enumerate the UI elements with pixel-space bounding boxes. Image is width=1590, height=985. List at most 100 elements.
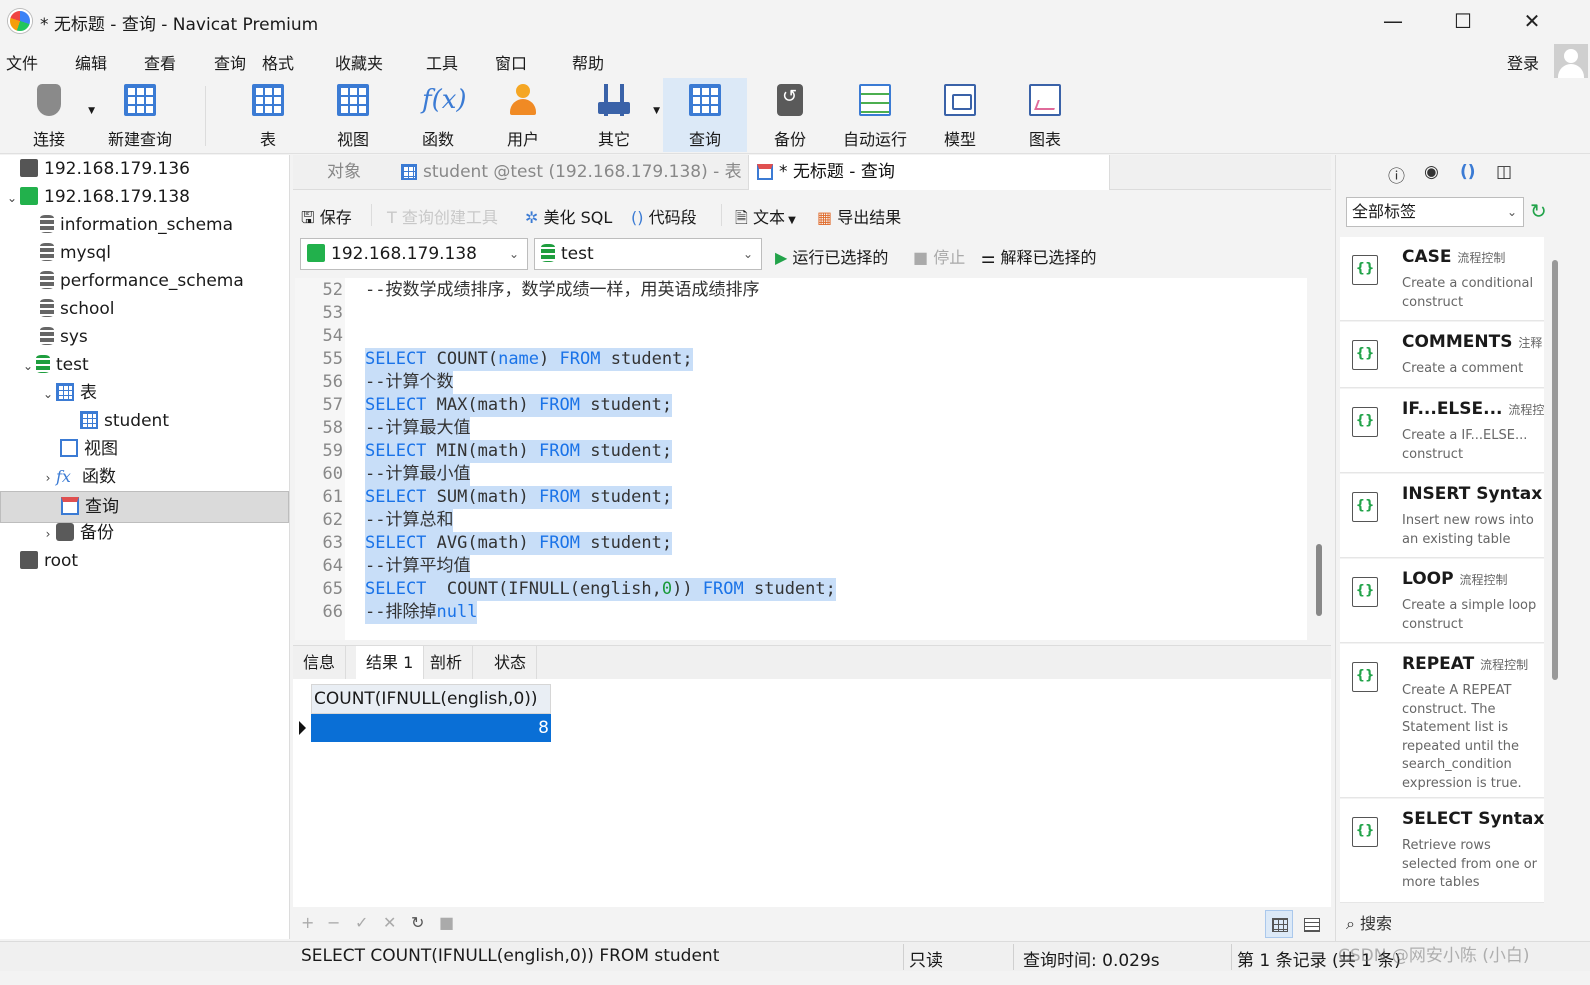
snippet-item[interactable]: {} SELECT Syntax D Retrieve rows selecte… bbox=[1340, 799, 1544, 903]
other-button[interactable]: 其它 ▼ bbox=[572, 78, 660, 152]
refresh-icon[interactable]: ↻ bbox=[411, 913, 424, 932]
grid-view-icon[interactable] bbox=[1265, 910, 1293, 938]
user-button[interactable]: 用户 bbox=[481, 78, 565, 152]
snippet-desc: Retrieve rows selected from one or more … bbox=[1402, 838, 1538, 890]
sql-text: ) bbox=[539, 349, 560, 369]
tab-student-table[interactable]: student @test (192.168.179.138) - 表 bbox=[393, 155, 750, 190]
menu-view[interactable]: 查看 bbox=[144, 50, 176, 74]
tab-profile[interactable]: 剖析 bbox=[420, 646, 474, 679]
menu-query[interactable]: 查询 bbox=[214, 50, 246, 74]
query-toolbar: 🖫 保存 T 查询创建工具 ✲ 美化 SQL () 代码段 🗎 文本 ▼ ▦ 导… bbox=[293, 196, 1331, 232]
tree-views[interactable]: 视图 bbox=[44, 435, 118, 463]
menu-format[interactable]: 格式 bbox=[262, 50, 294, 74]
snippet-item[interactable]: {} COMMENTS 注释 Create a comment bbox=[1340, 322, 1544, 388]
table-button[interactable]: 表 bbox=[226, 78, 310, 152]
snippet-item[interactable]: {} IF...ELSE... 流程控制 Create a IF...ELSE.… bbox=[1340, 389, 1544, 473]
apply-icon[interactable]: ✓ bbox=[355, 913, 368, 932]
sql-keyword: FROM bbox=[702, 579, 744, 599]
function-button[interactable]: f(x) 函数 bbox=[396, 78, 480, 152]
tab-status[interactable]: 状态 bbox=[484, 646, 538, 679]
chevron-down-icon[interactable]: ⌄ bbox=[20, 352, 36, 380]
menu-favorites[interactable]: 收藏夹 bbox=[335, 50, 383, 74]
login-link[interactable]: 登录 bbox=[1507, 50, 1539, 74]
form-view-icon[interactable] bbox=[1297, 910, 1325, 938]
export-result-button[interactable]: ▦ 导出结果 bbox=[817, 204, 901, 228]
run-selected-button[interactable]: ▶ 运行已选择的 bbox=[775, 244, 888, 268]
auto-run-button[interactable]: 自动运行 bbox=[833, 78, 917, 152]
chevron-down-icon[interactable]: ▼ bbox=[653, 106, 660, 116]
menu-file[interactable]: 文件 bbox=[6, 50, 38, 74]
refresh-icon[interactable]: ↻ bbox=[1530, 199, 1547, 223]
tree-db-school[interactable]: school bbox=[24, 295, 115, 323]
query-builder-button[interactable]: T 查询创建工具 bbox=[387, 204, 498, 228]
model-button[interactable]: 模型 bbox=[918, 78, 1002, 152]
tab-info[interactable]: 信息 bbox=[293, 646, 347, 679]
tree-db-test[interactable]: ⌄ test bbox=[20, 351, 89, 379]
result-cell[interactable]: 8 bbox=[311, 714, 551, 742]
column-header[interactable]: COUNT(IFNULL(english,0)) bbox=[311, 684, 551, 714]
document-icon: 🗎 bbox=[735, 208, 753, 227]
discard-icon[interactable]: ✕ bbox=[383, 913, 396, 932]
preview-icon[interactable]: ◉ bbox=[1424, 162, 1439, 182]
stop-button[interactable]: ■ 停止 bbox=[913, 244, 965, 268]
info-icon[interactable]: ⓘ bbox=[1388, 162, 1405, 187]
snippet-icon[interactable]: () bbox=[1460, 162, 1476, 182]
snippet-item[interactable]: {} INSERT Syntax D Insert new rows into … bbox=[1340, 474, 1544, 558]
minimize-button[interactable]: — bbox=[1373, 6, 1413, 36]
snippet-scrollbar[interactable] bbox=[1552, 260, 1558, 680]
view-button[interactable]: 视图 bbox=[311, 78, 395, 152]
beautify-sql-button[interactable]: ✲ 美化 SQL bbox=[525, 204, 612, 228]
tree-db-sys[interactable]: sys bbox=[24, 323, 88, 351]
snippet-item[interactable]: {} CASE 流程控制 Create a conditional constr… bbox=[1340, 237, 1544, 321]
menu-help[interactable]: 帮助 bbox=[572, 50, 604, 74]
editor-scrollbar[interactable] bbox=[1316, 544, 1322, 616]
tree-connection-138[interactable]: ⌄ 192.168.179.138 bbox=[4, 183, 190, 211]
tree-connection-root[interactable]: root bbox=[4, 547, 78, 575]
snippet-filter-select[interactable]: 全部标签 ⌄ bbox=[1346, 197, 1524, 227]
chevron-down-icon[interactable]: ▼ bbox=[785, 215, 796, 226]
close-button[interactable]: ✕ bbox=[1512, 6, 1552, 36]
chevron-right-icon[interactable]: › bbox=[40, 464, 56, 492]
save-label: 保存 bbox=[319, 208, 352, 227]
text-button[interactable]: 🗎 文本 ▼ bbox=[735, 204, 796, 234]
connection-select[interactable]: 192.168.179.138 ⌄ bbox=[300, 238, 528, 270]
tree-backups[interactable]: › 备份 bbox=[40, 519, 114, 547]
tree-functions[interactable]: › fx 函数 bbox=[40, 463, 116, 491]
database-select[interactable]: test ⌄ bbox=[534, 238, 762, 270]
delete-record-icon[interactable]: − bbox=[327, 913, 340, 932]
chart-button[interactable]: 图表 bbox=[1003, 78, 1087, 152]
chevron-down-icon[interactable]: ⌄ bbox=[4, 184, 20, 212]
tab-objects[interactable]: 对象 bbox=[319, 155, 369, 190]
code-snippet-button[interactable]: () 代码段 bbox=[631, 204, 697, 228]
avatar[interactable] bbox=[1554, 44, 1588, 78]
chevron-down-icon[interactable]: ⌄ bbox=[40, 380, 56, 408]
menu-tools[interactable]: 工具 bbox=[426, 50, 458, 74]
chevron-down-icon[interactable]: ▼ bbox=[88, 106, 95, 116]
query-button[interactable]: 查询 bbox=[663, 78, 747, 152]
tree-db-performance-schema[interactable]: performance_schema bbox=[24, 267, 244, 295]
connect-button[interactable]: 连接 ▼ bbox=[7, 78, 95, 152]
explain-selected-button[interactable]: ⚌ 解释已选择的 bbox=[981, 244, 1096, 268]
tab-result-1[interactable]: 结果 1 bbox=[356, 646, 425, 679]
tab-untitled-query[interactable]: * 无标题 - 查询 bbox=[748, 155, 1110, 190]
tree-db-information-schema[interactable]: information_schema bbox=[24, 211, 233, 239]
add-record-icon[interactable]: + bbox=[301, 913, 314, 932]
tree-db-mysql[interactable]: mysql bbox=[24, 239, 111, 267]
layout-icon[interactable]: ◫ bbox=[1496, 162, 1512, 182]
new-query-button[interactable]: 新建查询 bbox=[98, 78, 182, 152]
snippet-name: CASE bbox=[1402, 247, 1452, 267]
snippet-search-input[interactable]: ⌕ 搜索 bbox=[1340, 910, 1585, 938]
tree-tables[interactable]: ⌄ 表 bbox=[40, 379, 97, 407]
chevron-right-icon[interactable]: › bbox=[40, 520, 56, 548]
snippet-item[interactable]: {} REPEAT 流程控制 Create A REPEAT construct… bbox=[1340, 644, 1544, 798]
snippet-item[interactable]: {} LOOP 流程控制 Create a simple loop constr… bbox=[1340, 559, 1544, 643]
maximize-button[interactable]: ☐ bbox=[1443, 6, 1483, 36]
stop-icon[interactable]: ■ bbox=[439, 913, 454, 932]
menu-window[interactable]: 窗口 bbox=[495, 50, 527, 74]
tree-connection-136[interactable]: 192.168.179.136 bbox=[4, 155, 190, 183]
save-button[interactable]: 🖫 保存 bbox=[301, 204, 352, 234]
backup-button[interactable]: 备份 bbox=[748, 78, 832, 152]
sql-editor[interactable]: 52 53 54 55 56 57 58 59 60 61 62 63 64 6… bbox=[295, 278, 1307, 640]
tree-table-student[interactable]: student bbox=[64, 407, 169, 435]
menu-edit[interactable]: 编辑 bbox=[75, 50, 107, 74]
